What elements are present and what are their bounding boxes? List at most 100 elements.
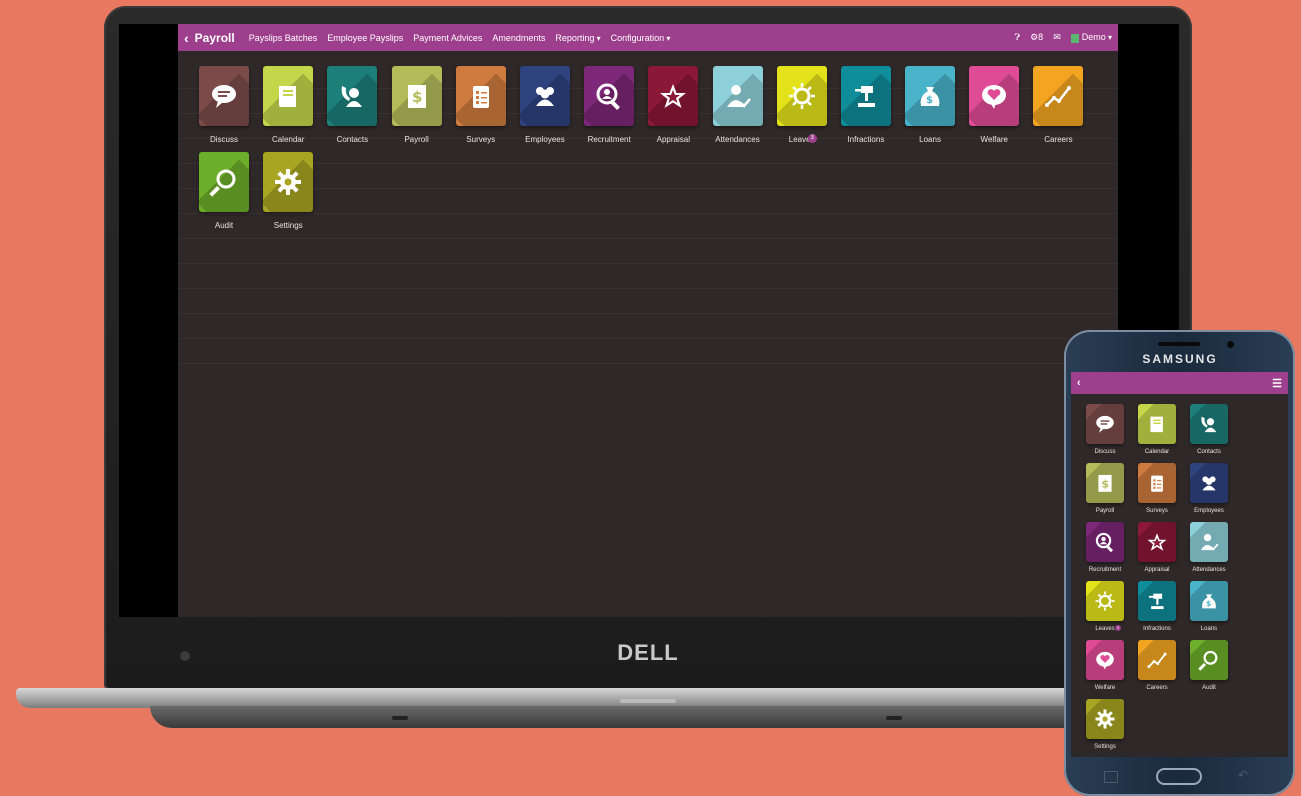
- phone-camera: [1227, 341, 1234, 348]
- mobile-app-payroll[interactable]: $ Payroll: [1079, 463, 1131, 520]
- app-label: Payroll: [404, 135, 429, 144]
- laptop-foot: [886, 716, 902, 720]
- chat-bubble-icon: [199, 66, 249, 126]
- person-check-icon: [712, 66, 763, 126]
- desktop-app-employees[interactable]: Employees: [513, 66, 577, 144]
- question-icon[interactable]: ❓︎: [1015, 32, 1020, 43]
- menu-item-payslips-batches[interactable]: Payslips Batches: [249, 33, 318, 43]
- star-icon: [1138, 522, 1176, 562]
- mobile-app-welfare[interactable]: Welfare: [1079, 640, 1131, 697]
- mobile-app-recruitment[interactable]: Recruitment: [1079, 522, 1131, 579]
- mobile-app-loans[interactable]: $ Loans: [1183, 581, 1235, 638]
- app-label: Careers: [1146, 685, 1168, 691]
- star-icon: [648, 66, 699, 126]
- desktop-app-recruitment[interactable]: Recruitment: [577, 66, 641, 144]
- app-label: Payroll: [1095, 508, 1115, 514]
- desktop-app-contacts[interactable]: Contacts: [320, 66, 384, 144]
- heart-bubble-icon: [1086, 640, 1124, 680]
- app-label: Loans: [919, 135, 941, 144]
- desktop-app-settings[interactable]: Settings: [256, 152, 320, 230]
- sun-icon: [776, 66, 827, 126]
- app-label: Calendar: [271, 135, 305, 144]
- book-icon: [263, 66, 314, 126]
- app-label: Leaves: [1095, 626, 1115, 632]
- mobile-app-discuss[interactable]: Discuss: [1079, 404, 1131, 461]
- phone-contact-icon: [1190, 404, 1228, 444]
- app-label: Attendances: [1192, 567, 1226, 573]
- menu-item-reporting[interactable]: Reporting: [555, 33, 600, 43]
- mobile-app-appraisal[interactable]: Appraisal: [1131, 522, 1183, 579]
- desktop-app-discuss[interactable]: Discuss: [192, 66, 256, 144]
- people-icon: [519, 66, 570, 126]
- desktop-app-payroll[interactable]: $ Payroll: [385, 66, 449, 144]
- clipboard-icon: [455, 66, 506, 126]
- laptop-base: [16, 688, 1186, 708]
- mobile-app-careers[interactable]: Careers: [1131, 640, 1183, 697]
- chat-bubble-icon: [1086, 404, 1124, 444]
- desktop-app-appraisal[interactable]: Appraisal: [641, 66, 705, 144]
- avatar: [1070, 33, 1079, 43]
- desktop-app-attendances[interactable]: Attendances: [706, 66, 770, 144]
- app-label: Calendar: [1144, 449, 1170, 455]
- desktop-app-leaves[interactable]: Leaves 3: [770, 66, 834, 144]
- gear-icon: [1086, 699, 1124, 739]
- clipboard-icon: [1138, 463, 1176, 503]
- notification-button[interactable]: ⚙︎8: [1030, 32, 1043, 43]
- search-icon: [199, 152, 249, 212]
- magnifier-person-icon: [584, 66, 635, 126]
- laptop-lid-notch: [620, 699, 676, 703]
- app-label: Welfare: [1094, 685, 1116, 691]
- app-label: Attendances: [715, 135, 760, 144]
- chevron-left-icon[interactable]: ‹: [184, 30, 189, 46]
- laptop-brand-logo: DELL: [617, 640, 679, 665]
- recent-apps-button[interactable]: [1104, 771, 1118, 783]
- desktop-app-loans[interactable]: $ Loans: [898, 66, 962, 144]
- menu-item-amendments[interactable]: Amendments: [492, 33, 545, 43]
- mobile-app-leaves[interactable]: Leaves 3: [1079, 581, 1131, 638]
- app-label: Recruitment: [1088, 567, 1122, 573]
- top-navbar: ‹ Payroll Payslips Batches Employee Pays…: [178, 24, 1118, 51]
- money-bag-icon: $: [1190, 581, 1228, 621]
- home-button[interactable]: [1156, 768, 1202, 785]
- app-label: Audit: [214, 221, 234, 230]
- desktop-app-careers[interactable]: Careers: [1026, 66, 1090, 144]
- desktop-app-audit[interactable]: Audit: [192, 152, 256, 230]
- app-label: Contacts: [1197, 449, 1221, 455]
- mobile-app-contacts[interactable]: Contacts: [1183, 404, 1235, 461]
- growth-chart-icon: [1138, 640, 1176, 680]
- desktop-app-calendar[interactable]: Calendar: [256, 66, 320, 144]
- mobile-app-calendar[interactable]: Calendar: [1131, 404, 1183, 461]
- chat-icon[interactable]: ✉︎: [1053, 32, 1061, 43]
- app-label: Audit: [1202, 685, 1216, 691]
- svg-text:$: $: [926, 95, 933, 106]
- menu-item-configuration[interactable]: Configuration: [611, 33, 671, 43]
- menu-item-employee-payslips[interactable]: Employee Payslips: [327, 33, 403, 43]
- desktop-app-welfare[interactable]: Welfare: [962, 66, 1026, 144]
- hamburger-icon[interactable]: ☰: [1272, 377, 1282, 390]
- mobile-app-audit[interactable]: Audit: [1183, 640, 1235, 697]
- chevron-left-icon[interactable]: ‹: [1077, 377, 1081, 389]
- menu-item-payment-advices[interactable]: Payment Advices: [413, 33, 482, 43]
- app-label: Appraisal: [656, 135, 690, 144]
- gear-icon: [263, 152, 314, 212]
- notification-count: 8: [1038, 32, 1044, 42]
- mobile-app-infractions[interactable]: Infractions: [1131, 581, 1183, 638]
- webcam: [180, 651, 190, 661]
- mobile-app-employees[interactable]: Employees: [1183, 463, 1235, 520]
- app-label: Careers: [1044, 135, 1073, 144]
- mobile-app-grid: Discuss Calendar Contacts $ Payroll Surveys Em…: [1079, 404, 1235, 756]
- mobile-app-surveys[interactable]: Surveys: [1131, 463, 1183, 520]
- mobile-app-settings[interactable]: Settings: [1079, 699, 1131, 756]
- back-button[interactable]: ↶: [1238, 768, 1248, 782]
- mobile-navbar: ‹ ☰: [1071, 372, 1288, 394]
- svg-text:$: $: [412, 88, 422, 106]
- heart-bubble-icon: [969, 66, 1020, 126]
- laptop-foot: [392, 716, 408, 720]
- app-title[interactable]: Payroll: [195, 31, 235, 45]
- app-label: Discuss: [1094, 449, 1116, 455]
- mobile-app-attendances[interactable]: Attendances: [1183, 522, 1235, 579]
- desktop-app-infractions[interactable]: Infractions: [834, 66, 898, 144]
- user-menu[interactable]: Demo: [1070, 32, 1112, 43]
- gavel-icon: [1138, 581, 1176, 621]
- desktop-app-surveys[interactable]: Surveys: [449, 66, 513, 144]
